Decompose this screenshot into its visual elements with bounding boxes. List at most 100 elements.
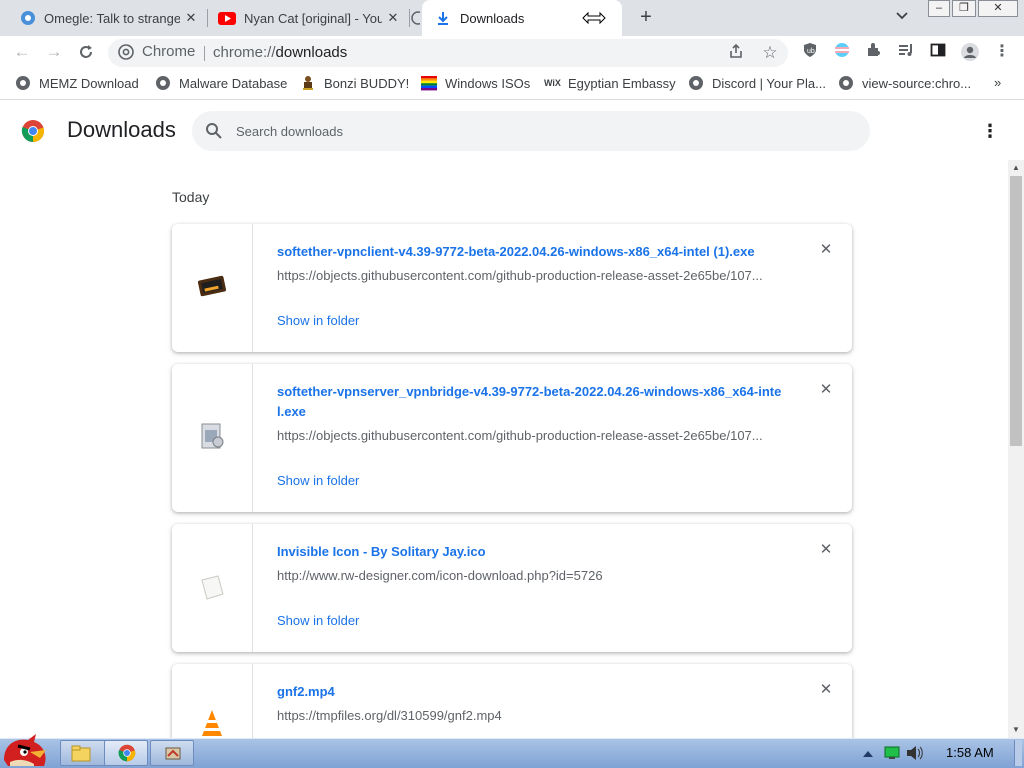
- omnibox-divider: [204, 46, 205, 61]
- new-tab-button[interactable]: +: [634, 6, 658, 30]
- toolbar: ← → Chrome chrome://downloads ☆ ub ⋮: [0, 36, 1024, 68]
- tab-downloads[interactable]: Downloads: [422, 0, 622, 36]
- page-title: Downloads: [67, 117, 176, 142]
- tab-search-chevron-icon[interactable]: [896, 9, 908, 23]
- share-icon[interactable]: [726, 43, 746, 63]
- extensions-puzzle-icon[interactable]: [864, 42, 884, 62]
- forward-button[interactable]: →: [42, 40, 66, 64]
- bonzi-icon: [300, 75, 316, 91]
- chrome-icon: [118, 43, 134, 60]
- download-icon-column: [172, 224, 253, 352]
- resize-cursor-icon: [582, 11, 606, 25]
- taskbar-clock[interactable]: 1:58 AM: [946, 745, 994, 760]
- bookmark-label: Discord | Your Pla...: [712, 75, 826, 91]
- downloads-header: Downloads ⋮: [0, 100, 1024, 160]
- scrollbar-thumb[interactable]: [1010, 176, 1022, 446]
- taskbar-chrome-button[interactable]: [104, 740, 148, 766]
- wix-icon: WiX: [544, 78, 561, 88]
- minimize-button[interactable]: –: [928, 0, 950, 17]
- url-scheme: chrome://: [213, 44, 276, 61]
- search-input[interactable]: [236, 121, 836, 141]
- svg-text:ub: ub: [807, 48, 815, 55]
- side-panel-icon[interactable]: [928, 42, 948, 62]
- scroll-up-arrow-icon[interactable]: ▲: [1008, 160, 1024, 176]
- download-filename-link[interactable]: softether-vpnserver_vpnbridge-v4.39-9772…: [277, 382, 787, 422]
- close-window-button[interactable]: ✕: [978, 0, 1018, 17]
- bookmark-egyptian-embassy[interactable]: WiX Egyptian Embassy: [544, 75, 676, 91]
- download-source-url[interactable]: https://objects.githubusercontent.com/gi…: [277, 268, 777, 283]
- download-source-url[interactable]: https://objects.githubusercontent.com/gi…: [277, 428, 777, 443]
- download-filename-link[interactable]: gnf2.mp4: [277, 682, 787, 702]
- url-text[interactable]: chrome://downloads: [213, 44, 347, 61]
- download-source-url[interactable]: https://tmpfiles.org/dl/310599/gnf2.mp4: [277, 708, 777, 723]
- bookmarks-bar: MEMZ Download Malware Database Bonzi BUD…: [0, 68, 1024, 100]
- remove-download-icon[interactable]: ✕: [818, 242, 834, 258]
- volume-icon[interactable]: [906, 741, 924, 765]
- globe-icon: [411, 11, 420, 25]
- tab-close-icon[interactable]: ✕: [386, 11, 400, 25]
- tab-nyan-cat[interactable]: Nyan Cat [original] - YouTube ✕: [208, 0, 406, 36]
- downloads-menu-icon[interactable]: ⋮: [980, 120, 1000, 142]
- youtube-icon: [218, 11, 236, 25]
- remove-download-icon[interactable]: ✕: [818, 542, 834, 558]
- trans-flag-extension-icon[interactable]: [832, 42, 852, 62]
- setup-icon: [201, 423, 224, 449]
- app-icon: [165, 747, 181, 760]
- remove-download-icon[interactable]: ✕: [818, 682, 834, 698]
- remove-download-icon[interactable]: ✕: [818, 382, 834, 398]
- download-icon-column: [172, 364, 253, 512]
- start-button-angry-bird-icon[interactable]: [0, 730, 56, 768]
- globe-icon: [15, 75, 31, 91]
- download-filename-link[interactable]: Invisible Icon - By Solitary Jay.ico: [277, 542, 787, 562]
- show-in-folder-link[interactable]: Show in folder: [277, 313, 359, 328]
- show-in-folder-link[interactable]: Show in folder: [277, 613, 359, 628]
- show-in-folder-link[interactable]: Show in folder: [277, 473, 359, 488]
- vlc-icon: [202, 710, 222, 736]
- chrome-icon: [118, 744, 136, 762]
- tab-close-icon[interactable]: ✕: [184, 11, 198, 25]
- bookmark-star-icon[interactable]: ☆: [760, 43, 780, 63]
- media-controls-icon[interactable]: [896, 42, 916, 62]
- blank-file-icon: [201, 575, 224, 600]
- rainbow-flag-icon: [421, 75, 437, 91]
- download-item: softether-vpnserver_vpnbridge-v4.39-9772…: [172, 364, 852, 512]
- scroll-down-arrow-icon[interactable]: ▼: [1008, 722, 1024, 738]
- omegle-icon: [21, 11, 35, 25]
- bookmark-view-source[interactable]: view-source:chro...: [838, 75, 971, 91]
- search-icon: [206, 123, 222, 139]
- back-button[interactable]: ←: [10, 40, 34, 64]
- tab-title: Downloads: [460, 10, 525, 26]
- bookmark-bonzi-buddy[interactable]: Bonzi BUDDY!: [300, 75, 409, 91]
- restore-button[interactable]: ❐: [952, 0, 976, 17]
- taskbar-app-button[interactable]: [150, 740, 194, 766]
- folder-icon: [71, 745, 91, 762]
- bookmarks-overflow-button[interactable]: »: [994, 75, 1001, 90]
- tab-title: Omegle: Talk to strangers!: [44, 10, 180, 26]
- address-bar[interactable]: Chrome chrome://downloads ☆: [108, 39, 788, 67]
- bookmark-windows-isos[interactable]: Windows ISOs: [421, 75, 530, 91]
- chrome-menu-icon[interactable]: ⋮: [992, 42, 1012, 62]
- bookmark-memz[interactable]: MEMZ Download: [15, 75, 139, 91]
- profile-avatar-icon[interactable]: [960, 42, 980, 62]
- reload-icon: [80, 45, 92, 58]
- bookmark-malware-database[interactable]: Malware Database: [155, 75, 287, 91]
- installer-icon: [197, 275, 227, 297]
- search-box: [192, 111, 870, 151]
- site-chip[interactable]: Chrome: [118, 43, 195, 60]
- show-desktop-button[interactable]: [1014, 740, 1022, 766]
- download-source-url[interactable]: http://www.rw-designer.com/icon-download…: [277, 568, 777, 583]
- network-icon[interactable]: [884, 741, 900, 765]
- tab-strip: Omegle: Talk to strangers! ✕ Nyan Cat [o…: [0, 0, 1024, 36]
- tab-omegle[interactable]: Omegle: Talk to strangers! ✕: [8, 0, 204, 36]
- tab-partial[interactable]: [410, 0, 420, 36]
- ublock-icon[interactable]: ub: [800, 42, 820, 62]
- download-filename-link[interactable]: softether-vpnclient-v4.39-9772-beta-2022…: [277, 242, 787, 262]
- page-scrollbar[interactable]: ▲ ▼: [1008, 160, 1024, 738]
- download-item: softether-vpnclient-v4.39-9772-beta-2022…: [172, 224, 852, 352]
- bookmark-discord[interactable]: Discord | Your Pla...: [688, 75, 826, 91]
- downloads-list: Today softether-vpnclient-v4.39-9772-bet…: [0, 160, 1008, 738]
- globe-icon: [688, 75, 704, 91]
- reload-button[interactable]: [74, 40, 98, 64]
- download-icon-column: [172, 664, 253, 738]
- tray-arrow-icon[interactable]: [862, 741, 876, 765]
